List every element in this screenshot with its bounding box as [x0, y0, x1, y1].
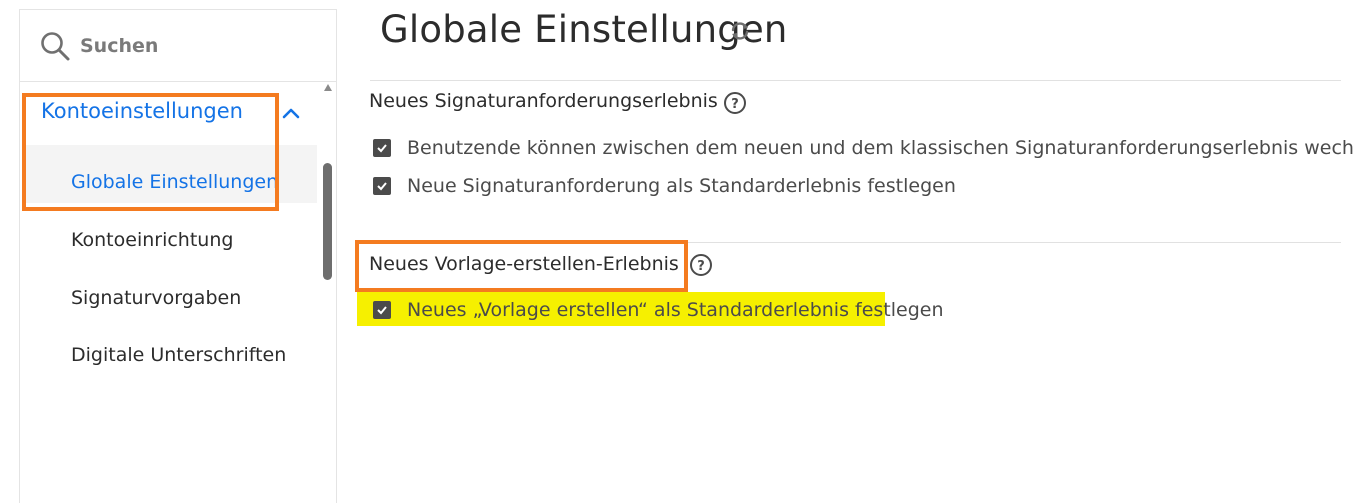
option-row[interactable]: Neue Signaturanforderung als Standarderl… [373, 171, 956, 201]
app-root: Kontoeinstellungen Globale Einstellungen… [0, 0, 1353, 503]
search-input[interactable] [80, 32, 310, 60]
check-icon [377, 306, 387, 315]
chevron-up-icon[interactable] [281, 103, 301, 123]
check-icon [377, 182, 387, 191]
sidebar-section-label: Kontoeinstellungen [41, 99, 243, 123]
option-label: Benutzende können zwischen dem neuen und… [407, 137, 1353, 159]
help-icon[interactable]: ? [689, 253, 713, 277]
sidebar-item-kontoeinrichtung[interactable]: Kontoeinrichtung [71, 229, 233, 269]
svg-text:?: ? [697, 259, 705, 274]
refresh-icon[interactable] [729, 20, 751, 42]
check-icon [377, 144, 387, 153]
checkbox-checked[interactable] [373, 177, 391, 195]
checkbox-checked[interactable] [373, 139, 391, 157]
svg-text:?: ? [731, 97, 739, 112]
section-divider [370, 242, 1341, 243]
sidebar-item-globale-einstellungen[interactable]: Globale Einstellungen [71, 171, 278, 211]
sidebar-section-header[interactable]: Kontoeinstellungen [23, 85, 323, 145]
search-bar [20, 10, 336, 82]
option-label: Neue Signaturanforderung als Standarderl… [407, 175, 956, 197]
help-icon[interactable]: ? [723, 91, 747, 115]
sidebar-item-signaturvorgaben[interactable]: Signaturvorgaben [71, 287, 241, 327]
checkbox-checked[interactable] [373, 301, 391, 319]
section-title-signaturanforderung: Neues Signaturanforderungserlebnis [369, 90, 718, 112]
option-label: Neues „Vorlage erstellen“ als Standarder… [407, 299, 944, 321]
sidebar-item-digitale-unterschriften[interactable]: Digitale Unterschriften [71, 344, 286, 384]
search-icon[interactable] [39, 30, 71, 62]
sidebar-scrollbar-thumb[interactable] [323, 163, 332, 280]
option-row[interactable]: Benutzende können zwischen dem neuen und… [373, 133, 1353, 163]
option-row[interactable]: Neues „Vorlage erstellen“ als Standarder… [373, 295, 944, 325]
section-title-vorlage: Neues Vorlage-erstellen-Erlebnis [369, 253, 679, 275]
section-divider [370, 80, 1341, 81]
page-title: Globale Einstellungen [380, 8, 788, 51]
scroll-up-arrow-icon[interactable] [323, 83, 333, 93]
